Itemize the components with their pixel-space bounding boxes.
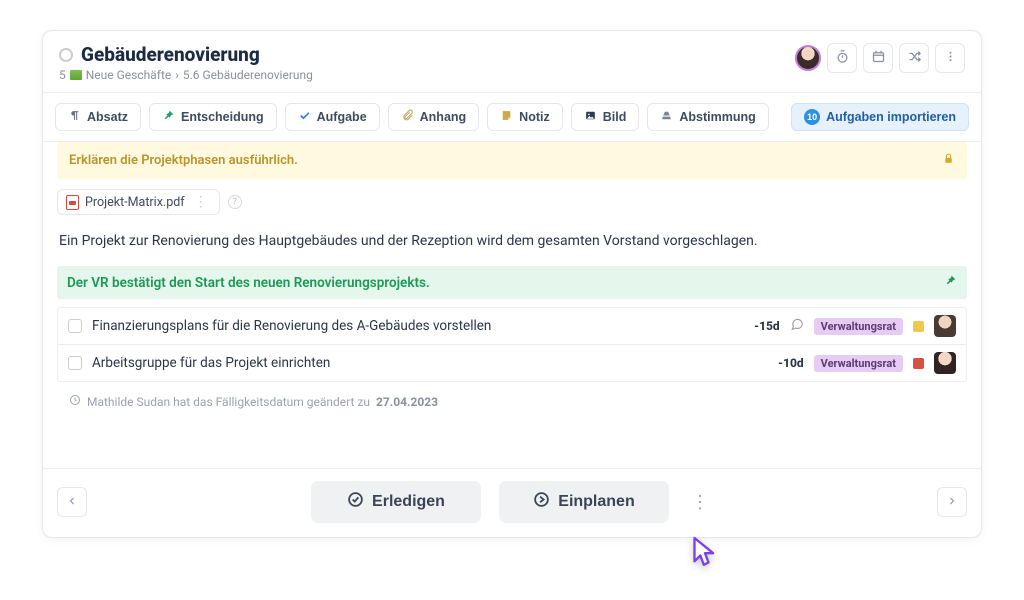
header: Gebäuderenovierung 5 Neue Geschäfte › 5.… (43, 31, 981, 92)
insert-toolbar: Absatz Entscheidung Aufgabe Anhang Notiz… (43, 93, 981, 141)
priority-color-icon (913, 321, 924, 332)
shuffle-icon (907, 49, 922, 67)
insert-paragraph-label: Absatz (87, 110, 128, 124)
comment-icon[interactable] (790, 317, 804, 335)
insert-attachment-label: Anhang (420, 110, 467, 124)
breadcrumb-number: 5 (59, 68, 66, 82)
prev-button[interactable] (57, 487, 87, 517)
audit-date: 27.04.2023 (376, 395, 438, 409)
complete-button[interactable]: Erledigen (311, 481, 481, 523)
footer-bar: Erledigen Einplanen ⋮ (43, 468, 981, 537)
shuffle-button[interactable] (899, 43, 929, 73)
task-tag[interactable]: Verwaltungsrat (814, 355, 903, 372)
page-title: Gebäuderenovierung (81, 43, 260, 66)
task-checkbox[interactable] (68, 319, 82, 333)
pin-icon (944, 274, 957, 291)
assignee-avatar[interactable] (934, 352, 956, 374)
calendar-button[interactable] (863, 43, 893, 73)
footer-more-button[interactable]: ⋮ (687, 492, 713, 513)
more-vertical-icon (943, 49, 958, 67)
task-checkbox[interactable] (68, 356, 82, 370)
ballot-icon (660, 109, 673, 125)
calendar-icon (871, 49, 886, 67)
import-tasks-button[interactable]: 10 Aufgaben importieren (791, 103, 969, 131)
file-name: Projekt-Matrix.pdf (85, 195, 185, 210)
pushpin-icon (162, 109, 175, 125)
breadcrumb[interactable]: 5 Neue Geschäfte › 5.6 Gebäuderenovierun… (59, 68, 313, 82)
breadcrumb-group: Neue Geschäfte (86, 68, 172, 82)
task-row[interactable]: Arbeitsgruppe für das Projekt einrichten… (58, 345, 966, 381)
insert-image-label: Bild (603, 110, 627, 124)
complete-label: Erledigen (372, 493, 445, 511)
insert-paragraph-button[interactable]: Absatz (55, 103, 141, 131)
breadcrumb-sep: › (175, 68, 179, 82)
insert-vote-label: Abstimmung (679, 110, 755, 124)
clock-icon (69, 394, 81, 409)
task-title: Arbeitsgruppe für das Projekt einrichten (92, 355, 768, 371)
more-button[interactable] (935, 43, 965, 73)
insert-attachment-button[interactable]: Anhang (388, 103, 480, 131)
check-icon (298, 109, 311, 125)
file-more-icon[interactable]: ⋮ (191, 194, 211, 210)
audit-log-line: Mathilde Sudan hat das Fälligkeitsdatum … (57, 390, 967, 409)
chevron-left-icon (66, 495, 78, 510)
header-actions (795, 43, 965, 73)
title-row: Gebäuderenovierung (59, 43, 313, 66)
decision-text: Der VR bestätigt den Start des neuen Ren… (67, 275, 430, 291)
import-tasks-label: Aufgaben importieren (826, 110, 956, 124)
insert-task-label: Aufgabe (317, 110, 367, 124)
assignee-avatar[interactable] (934, 315, 956, 337)
note-icon (500, 109, 513, 125)
task-list: Finanzierungsplans für die Renovierung d… (57, 307, 967, 382)
check-circle-icon (347, 491, 364, 513)
insert-vote-button[interactable]: Abstimmung (647, 103, 768, 131)
instruction-banner[interactable]: Erklären die Projektphasen ausführlich. (57, 142, 967, 179)
stopwatch-icon (835, 49, 850, 67)
help-icon[interactable]: ? (228, 195, 242, 209)
instruction-text: Erklären die Projektphasen ausführlich. (69, 153, 298, 168)
schedule-label: Einplanen (558, 493, 634, 511)
paragraph-icon (68, 109, 81, 125)
insert-image-button[interactable]: Bild (571, 103, 640, 131)
breadcrumb-item: 5.6 Gebäuderenovierung (183, 68, 313, 82)
next-button[interactable] (937, 487, 967, 517)
footer-center: Erledigen Einplanen ⋮ (101, 481, 923, 523)
cursor-overlay-icon (691, 535, 719, 573)
chevron-right-icon (946, 495, 958, 510)
book-icon (70, 70, 82, 80)
timer-button[interactable] (827, 43, 857, 73)
paragraph-block[interactable]: Ein Projekt zur Renovierung des Hauptgeb… (57, 225, 967, 258)
insert-note-button[interactable]: Notiz (487, 103, 563, 131)
priority-color-icon (913, 358, 924, 369)
task-due: -10d (778, 356, 804, 370)
pdf-icon (66, 195, 79, 210)
lock-icon (942, 152, 955, 169)
task-due: -15d (754, 319, 780, 333)
file-chip[interactable]: Projekt-Matrix.pdf ⋮ (57, 189, 220, 215)
decision-banner[interactable]: Der VR bestätigt den Start des neuen Ren… (57, 266, 967, 299)
audit-text: Mathilde Sudan hat das Fälligkeitsdatum … (87, 395, 370, 409)
insert-task-button[interactable]: Aufgabe (285, 103, 380, 131)
header-left: Gebäuderenovierung 5 Neue Geschäfte › 5.… (59, 43, 313, 82)
attachment-row: Projekt-Matrix.pdf ⋮ ? (57, 187, 967, 217)
content-area: Erklären die Projektphasen ausführlich. … (43, 142, 981, 468)
image-icon (584, 109, 597, 125)
topic-detail-window: Gebäuderenovierung 5 Neue Geschäfte › 5.… (42, 30, 982, 538)
user-avatar[interactable] (795, 45, 821, 71)
task-row[interactable]: Finanzierungsplans für die Renovierung d… (58, 308, 966, 345)
paperclip-icon (401, 109, 414, 125)
import-count-badge: 10 (804, 109, 820, 125)
task-tag[interactable]: Verwaltungsrat (814, 318, 903, 335)
arrow-circle-icon (533, 491, 550, 513)
insert-decision-label: Entscheidung (181, 110, 264, 124)
status-circle-icon[interactable] (59, 48, 73, 62)
schedule-button[interactable]: Einplanen (499, 481, 669, 523)
insert-decision-button[interactable]: Entscheidung (149, 103, 277, 131)
task-title: Finanzierungsplans für die Renovierung d… (92, 318, 744, 334)
insert-note-label: Notiz (519, 110, 550, 124)
